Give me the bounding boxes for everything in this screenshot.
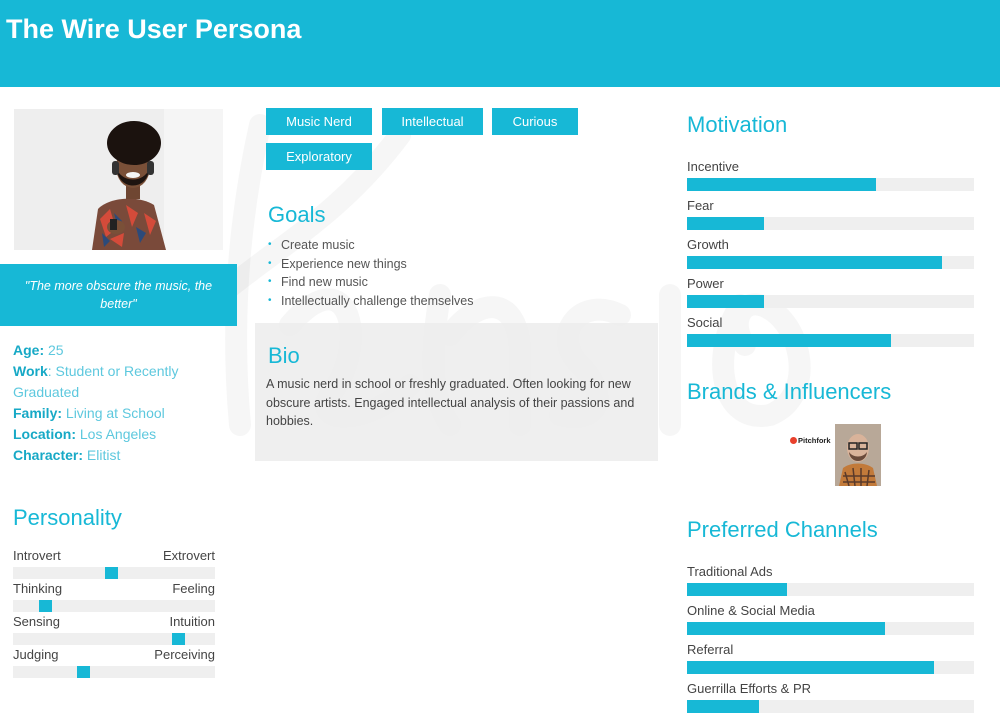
personality-slider-knob[interactable] xyxy=(172,633,185,645)
bio-text: A music nerd in school or freshly gradua… xyxy=(266,377,635,428)
motivation-bar-fill xyxy=(687,256,943,269)
page-title: The Wire User Persona xyxy=(6,14,302,44)
motivation-social: Social xyxy=(687,315,974,355)
motivation-incentive: Incentive xyxy=(687,159,974,199)
personality-slider-knob[interactable] xyxy=(39,600,52,612)
personality-slider-knob[interactable] xyxy=(105,567,118,579)
personality-scale-introvert-extrovert: Introvert Extrovert xyxy=(13,548,215,579)
personality-slider-knob[interactable] xyxy=(77,666,90,678)
fact-character: Character: Elitist xyxy=(13,447,121,463)
channel-bar-fill xyxy=(687,700,759,713)
personality-scale-thinking-feeling: Thinking Feeling xyxy=(13,581,215,612)
motivation-growth: Growth xyxy=(687,237,974,277)
pitchfork-logo-icon xyxy=(790,437,797,444)
header-bar: The Wire User Persona xyxy=(0,0,1000,87)
motivation-bar-fill xyxy=(687,334,891,347)
list-item: Intellectually challenge themselves xyxy=(268,292,473,311)
motivation-bar-fill xyxy=(687,178,877,191)
motivation-title: Motivation xyxy=(687,112,788,137)
tag-exploratory[interactable]: Exploratory xyxy=(266,143,372,170)
brands-title: Brands & Influencers xyxy=(687,379,892,404)
brands-influencers: Pitchfork xyxy=(790,424,885,488)
fact-location: Location: Los Angeles xyxy=(13,426,157,442)
personality-title: Personality xyxy=(13,505,122,530)
tag-curious[interactable]: Curious xyxy=(492,108,578,135)
channel-referral: Referral xyxy=(687,642,974,682)
influencer-portrait-photo-icon xyxy=(835,424,881,486)
list-item: Create music xyxy=(268,236,473,255)
channel-bar-fill xyxy=(687,661,934,674)
channels-title: Preferred Channels xyxy=(687,517,878,542)
persona-quote: "The more obscure the music, the better" xyxy=(0,264,237,326)
goals-list: Create music Experience new things Find … xyxy=(268,236,473,310)
personality-scale-sensing-intuition: Sensing Intuition xyxy=(13,614,215,645)
motivation-power: Power xyxy=(687,276,974,316)
tag-music-nerd[interactable]: Music Nerd xyxy=(266,108,372,135)
motivation-bar-fill xyxy=(687,295,765,308)
fact-work: Work: Student or Recently Graduated xyxy=(13,363,179,400)
motivation-bar-fill xyxy=(687,217,765,230)
list-item: Experience new things xyxy=(268,255,473,274)
channel-bar-fill xyxy=(687,622,886,635)
person-with-headphones-photo-icon xyxy=(14,109,223,250)
channel-online-social: Online & Social Media xyxy=(687,603,974,643)
pitchfork-logo: Pitchfork xyxy=(790,436,831,445)
bio-panel: Bio A music nerd in school or freshly gr… xyxy=(255,323,658,461)
motivation-fear: Fear xyxy=(687,198,974,238)
personality-scale-judging-perceiving: Judging Perceiving xyxy=(13,647,215,678)
goals-title: Goals xyxy=(268,202,326,227)
fact-family: Family: Living at School xyxy=(13,405,165,421)
channel-traditional-ads: Traditional Ads xyxy=(687,564,974,604)
fact-age: Age: 25 xyxy=(13,342,64,358)
tag-intellectual[interactable]: Intellectual xyxy=(382,108,483,135)
bio-title: Bio xyxy=(268,343,300,368)
channel-bar-fill xyxy=(687,583,788,596)
channel-guerrilla: Guerrilla Efforts & PR xyxy=(687,681,974,721)
persona-facts: Age: 25 Work: Student or Recently Gradua… xyxy=(13,340,228,466)
list-item: Find new music xyxy=(268,273,473,292)
persona-photo xyxy=(14,109,223,250)
